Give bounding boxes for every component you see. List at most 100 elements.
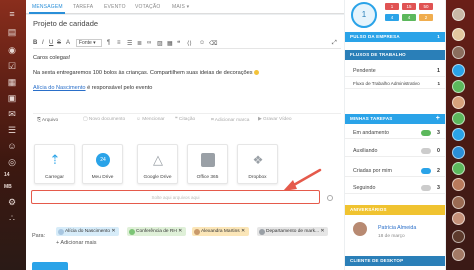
tab-mais[interactable]: MAIS ▾ <box>172 4 189 10</box>
groups-icon[interactable]: ☰ <box>5 124 19 136</box>
message-line-3: Alícia do Nascimento é responsável pelo … <box>33 85 153 91</box>
send-button[interactable] <box>32 262 68 270</box>
avatar[interactable] <box>452 146 465 159</box>
avatar[interactable] <box>452 230 465 243</box>
birthday-name[interactable]: Patrícia Almeida <box>378 225 416 231</box>
quote-icon[interactable]: ❝ <box>177 40 180 47</box>
avatar[interactable] <box>452 162 465 175</box>
bullet-list-icon[interactable]: ☰ <box>127 40 132 47</box>
user-avatar[interactable]: 1 <box>351 2 377 28</box>
mention-button[interactable]: ☺ Mencionar <box>136 117 165 122</box>
avatar[interactable] <box>452 8 465 21</box>
smile-emoji-icon <box>254 70 260 76</box>
text-color-icon[interactable]: A <box>66 40 70 46</box>
hamburger-menu-icon[interactable]: ≡ <box>5 8 19 20</box>
my-tasks-header[interactable]: MINHAS TAREFAS + <box>345 114 445 124</box>
calendar-icon[interactable]: ▦ <box>5 76 19 88</box>
recipient-chip[interactable]: Alícia do Nascimento ✕ <box>56 227 120 236</box>
tab-evento[interactable]: EVENTO <box>104 4 126 10</box>
task-row[interactable]: Em andamento 3 <box>345 128 445 139</box>
tasks-icon[interactable]: ☑ <box>5 60 19 72</box>
counter-badge[interactable]: 4 <box>402 14 416 21</box>
office-365-tile[interactable]: Office 365 <box>187 144 228 184</box>
bold-button[interactable]: B <box>33 40 37 46</box>
mention-link[interactable]: Alícia do Nascimento <box>33 85 86 91</box>
tab-tarefa[interactable]: TAREFA <box>73 4 93 10</box>
post-title-input[interactable]: Projeto de caridade <box>33 19 98 28</box>
avatar[interactable] <box>452 46 465 59</box>
numbered-list-icon[interactable]: ≡ <box>117 40 121 46</box>
avatar[interactable] <box>452 248 465 261</box>
avatar[interactable] <box>452 80 465 93</box>
avatar[interactable] <box>452 64 465 77</box>
crm-icon[interactable]: ◎ <box>5 156 19 168</box>
chat-icon[interactable]: ◉ <box>5 44 19 56</box>
google-drive-tile[interactable]: △ Google Drive <box>137 144 178 184</box>
task-row[interactable]: Seguindo 3 <box>345 183 445 194</box>
workflow-row[interactable]: Pendente 1 <box>345 66 445 77</box>
code-icon[interactable]: ⟨⟩ <box>187 40 192 47</box>
avatar[interactable] <box>452 212 465 225</box>
group-icon <box>129 228 135 235</box>
workflow-row[interactable]: Fluxo de Trabalho Administrativo 1 <box>345 78 445 89</box>
company-pulse-header[interactable]: PULSO DA EMPRESA 1 <box>345 32 445 42</box>
underline-button[interactable]: U <box>49 40 53 46</box>
align-icon[interactable]: ≣ <box>137 40 142 47</box>
upload-tile[interactable]: ⇡ Carregar <box>34 144 75 184</box>
avatar[interactable] <box>452 178 465 191</box>
attach-file-button[interactable]: ⎘ Arquivo <box>37 117 58 123</box>
add-tag-button[interactable]: ⌗ Adicionar marca <box>211 117 249 123</box>
new-document-button[interactable]: ▢ Novo documento <box>83 117 125 122</box>
avatar[interactable] <box>452 96 465 109</box>
avatar[interactable] <box>452 128 465 141</box>
contacts-icon[interactable]: ☺ <box>5 140 19 152</box>
image-icon[interactable]: ▨ <box>157 40 163 47</box>
mail-icon[interactable]: ✉ <box>5 108 19 120</box>
task-row[interactable]: Auxiliando 0 <box>345 146 445 157</box>
counter-badge[interactable]: 50 <box>419 3 433 10</box>
tab-votacao[interactable]: VOTAÇÃO <box>135 4 160 10</box>
avatar[interactable] <box>452 28 465 41</box>
recipient-chip[interactable]: Alexandra Martins ✕ <box>192 227 250 236</box>
file-drop-zone[interactable]: Solte aqui arquivos aqui <box>31 190 320 204</box>
italic-button[interactable]: I <box>42 40 44 46</box>
add-task-icon: + <box>435 115 440 122</box>
message-line-1: Caros colegas! <box>33 55 71 61</box>
font-size-icon[interactable]: ¶ <box>107 40 110 46</box>
counter-badge[interactable]: 15 <box>402 3 416 10</box>
counter-badge[interactable]: 1 <box>385 3 399 10</box>
record-video-button[interactable]: ▶ Gravar Vídeo <box>258 117 292 122</box>
recipient-chip[interactable]: Conferência de RH ✕ <box>127 227 187 236</box>
workflows-header[interactable]: FLUXOS DE TRABALHO <box>345 50 445 60</box>
settings-icon[interactable]: ⚙ <box>5 196 19 208</box>
profile-block: 1 1 15 50 4 4 2 <box>345 0 445 30</box>
feed-icon[interactable]: ▤ <box>5 26 19 38</box>
table-icon[interactable]: ▦ <box>167 40 173 47</box>
counter-badge[interactable]: 4 <box>385 14 399 21</box>
link-icon[interactable]: ∞ <box>147 40 151 46</box>
avatar[interactable] <box>452 196 465 209</box>
apps-icon[interactable]: ∴ <box>5 212 19 224</box>
rail-counter: 14 <box>4 172 10 178</box>
counter-badge[interactable]: 2 <box>419 14 433 21</box>
emoji-icon[interactable]: ☺ <box>199 40 205 46</box>
drop-settings-icon[interactable] <box>327 195 333 201</box>
add-recipient-link[interactable]: + Adicionar mais <box>56 240 97 246</box>
tab-mensagem[interactable]: MENSAGEM <box>32 4 63 10</box>
status-badge <box>421 130 431 136</box>
avatar[interactable] <box>353 222 367 236</box>
birthdays-header[interactable]: ANIVERSÁRIOS <box>345 205 445 215</box>
strikethrough-button[interactable]: S <box>57 40 61 46</box>
drive-icon[interactable]: ▣ <box>5 92 19 104</box>
my-drive-tile[interactable]: 24 Meu Drive <box>82 144 123 184</box>
desktop-client-header[interactable]: CLIENTE DE DESKTOP <box>345 256 445 266</box>
recipient-chip[interactable]: Departamento de mark... ✕ <box>257 227 329 236</box>
dropbox-tile[interactable]: ❖ Dropbox <box>237 144 278 184</box>
font-select[interactable]: Fonte ▾ <box>76 39 102 47</box>
task-row[interactable]: Criadas por mim 2 <box>345 166 445 177</box>
avatar <box>58 228 64 235</box>
avatar[interactable] <box>452 112 465 125</box>
quote-button[interactable]: ❝ Citação <box>175 117 195 122</box>
fullscreen-icon[interactable]: ⤢ <box>332 40 337 47</box>
clear-format-icon[interactable]: ⌫ <box>209 40 217 47</box>
